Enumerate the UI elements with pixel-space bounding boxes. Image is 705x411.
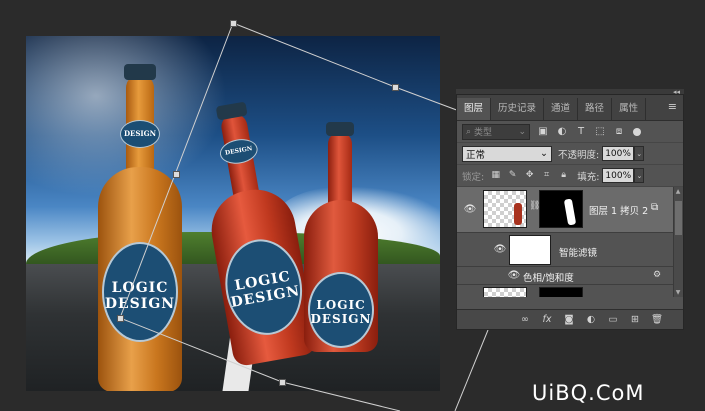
tab-paths[interactable]: 路径	[578, 98, 613, 120]
shape-filter-icon[interactable]: ⬚	[594, 126, 606, 138]
transform-handle-bottom-middle[interactable]	[279, 379, 286, 386]
transform-handle-top-left[interactable]	[230, 20, 237, 27]
layer-thumbnail	[483, 287, 527, 297]
transform-handle-left-middle[interactable]	[173, 171, 180, 178]
layer-mask-thumbnail[interactable]	[539, 287, 583, 297]
panel-tabs: 图层 历史记录 通道 路径 属性 ≡	[457, 95, 683, 121]
eye-icon[interactable]: 👁︎	[493, 244, 507, 255]
blend-mode-value: 正常	[466, 149, 486, 161]
smart-filter-mask-thumbnail[interactable]	[509, 235, 551, 265]
tab-history[interactable]: 历史记录	[491, 98, 545, 120]
layers-list: 👁︎ ⛓︎ 图层 1 拷贝 2 ⧉ 👁︎ 智能滤镜 👁︎ 色相/饱和度 ⚙︎ ▲…	[457, 187, 683, 297]
chevron-down-icon: ⌄	[540, 148, 548, 159]
smart-filter-row[interactable]: 👁︎ 智能滤镜	[457, 233, 683, 267]
fill-dropdown-icon[interactable]: ⌄	[634, 168, 645, 183]
tab-channels[interactable]: 通道	[544, 98, 579, 120]
mask-shape	[563, 198, 577, 226]
layers-scrollbar[interactable]: ▲ ▼	[673, 187, 683, 297]
layer-mask-thumbnail[interactable]	[539, 190, 583, 228]
opacity-input[interactable]: 100%	[602, 146, 635, 161]
chevron-down-icon: ⌄	[518, 126, 526, 137]
blend-opacity-row: 正常 ⌄ 不透明度: 100% ⌄	[457, 143, 683, 165]
hue-saturation-label: 色相/饱和度	[523, 273, 574, 284]
mask-icon[interactable]: ◙	[563, 314, 575, 325]
type-filter-icon[interactable]: T	[575, 126, 587, 138]
adjustment-icon[interactable]: ◐	[585, 314, 597, 325]
transform-edge-left[interactable]	[119, 22, 401, 411]
fill-label: 填充:	[577, 171, 600, 183]
smart-object-icon: ⧉	[651, 202, 659, 213]
eye-icon[interactable]: 👁︎	[463, 204, 477, 215]
filter-kind-label: 类型	[474, 128, 493, 138]
smart-object-filter-icon[interactable]: ⧈	[613, 126, 625, 138]
adjustment-filter-icon[interactable]: ◐	[556, 126, 568, 138]
layers-panel: 图层 历史记录 通道 路径 属性 ≡ ⌕ 类型 ⌄ ▣ ◐ T ⬚ ⧈ 正常 ⌄…	[456, 94, 684, 330]
smart-filter-label: 智能滤镜	[559, 248, 598, 259]
trash-icon[interactable]: 🗑︎	[651, 314, 663, 325]
transform-edge-top[interactable]	[232, 22, 471, 116]
layer-name[interactable]: 图层 1 拷贝 2	[589, 203, 648, 217]
lock-transparent-icon[interactable]: ▦	[490, 170, 501, 181]
new-layer-icon[interactable]: ⊞	[629, 314, 641, 325]
image-filter-icon[interactable]: ▣	[537, 126, 549, 138]
lock-fill-row: 锁定: ▦ ✎ ✥ ⌗ 🔒︎ 填充: 100% ⌄	[457, 165, 683, 187]
bottle-thumbnail	[514, 203, 522, 225]
lock-label: 锁定:	[462, 171, 485, 183]
opacity-label: 不透明度:	[558, 149, 600, 161]
transform-handle-top-middle[interactable]	[392, 84, 399, 91]
tab-properties[interactable]: 属性	[612, 98, 647, 120]
layer-row[interactable]	[457, 285, 683, 297]
panel-footer: ∞ fx ◙ ◐ ▭ ⊞ 🗑︎	[457, 309, 683, 329]
filter-kind-select[interactable]: ⌕ 类型 ⌄	[462, 123, 530, 140]
hue-saturation-filter-row[interactable]: 👁︎ 色相/饱和度 ⚙︎	[457, 267, 683, 285]
layer-filter-row: ⌕ 类型 ⌄ ▣ ◐ T ⬚ ⧈	[457, 121, 683, 143]
transform-edge-right[interactable]	[454, 329, 489, 411]
scroll-down-icon[interactable]: ▼	[674, 289, 682, 296]
filter-options-icon[interactable]: ⚙︎	[653, 270, 661, 280]
filter-toggle-icon[interactable]	[633, 127, 641, 136]
fx-icon[interactable]: fx	[541, 314, 553, 325]
opacity-dropdown-icon[interactable]: ⌄	[634, 146, 645, 161]
eye-icon[interactable]: 👁︎	[507, 270, 521, 281]
panel-menu-icon[interactable]: ≡	[668, 101, 677, 112]
scrollbar-thumb[interactable]	[675, 201, 682, 235]
search-icon: ⌕	[466, 126, 472, 137]
layer-thumbnail	[483, 190, 527, 228]
folder-icon[interactable]: ▭	[607, 314, 619, 325]
scroll-up-icon[interactable]: ▲	[674, 188, 682, 195]
lock-position-icon[interactable]: ✥	[524, 170, 535, 181]
lock-artboard-icon[interactable]: ⌗	[541, 170, 552, 181]
lock-all-icon[interactable]: 🔒︎	[558, 170, 569, 181]
lock-image-icon[interactable]: ✎	[507, 170, 518, 181]
link-icon[interactable]: ∞	[519, 314, 531, 325]
layer-row-selected[interactable]: 👁︎ ⛓︎ 图层 1 拷贝 2 ⧉	[457, 187, 683, 233]
fill-input[interactable]: 100%	[602, 168, 635, 183]
site-watermark: UiBQ.CoM	[532, 381, 645, 405]
tab-layers[interactable]: 图层	[457, 98, 492, 120]
transform-handle-bottom-left[interactable]	[117, 315, 124, 322]
blend-mode-select[interactable]: 正常 ⌄	[462, 145, 552, 162]
